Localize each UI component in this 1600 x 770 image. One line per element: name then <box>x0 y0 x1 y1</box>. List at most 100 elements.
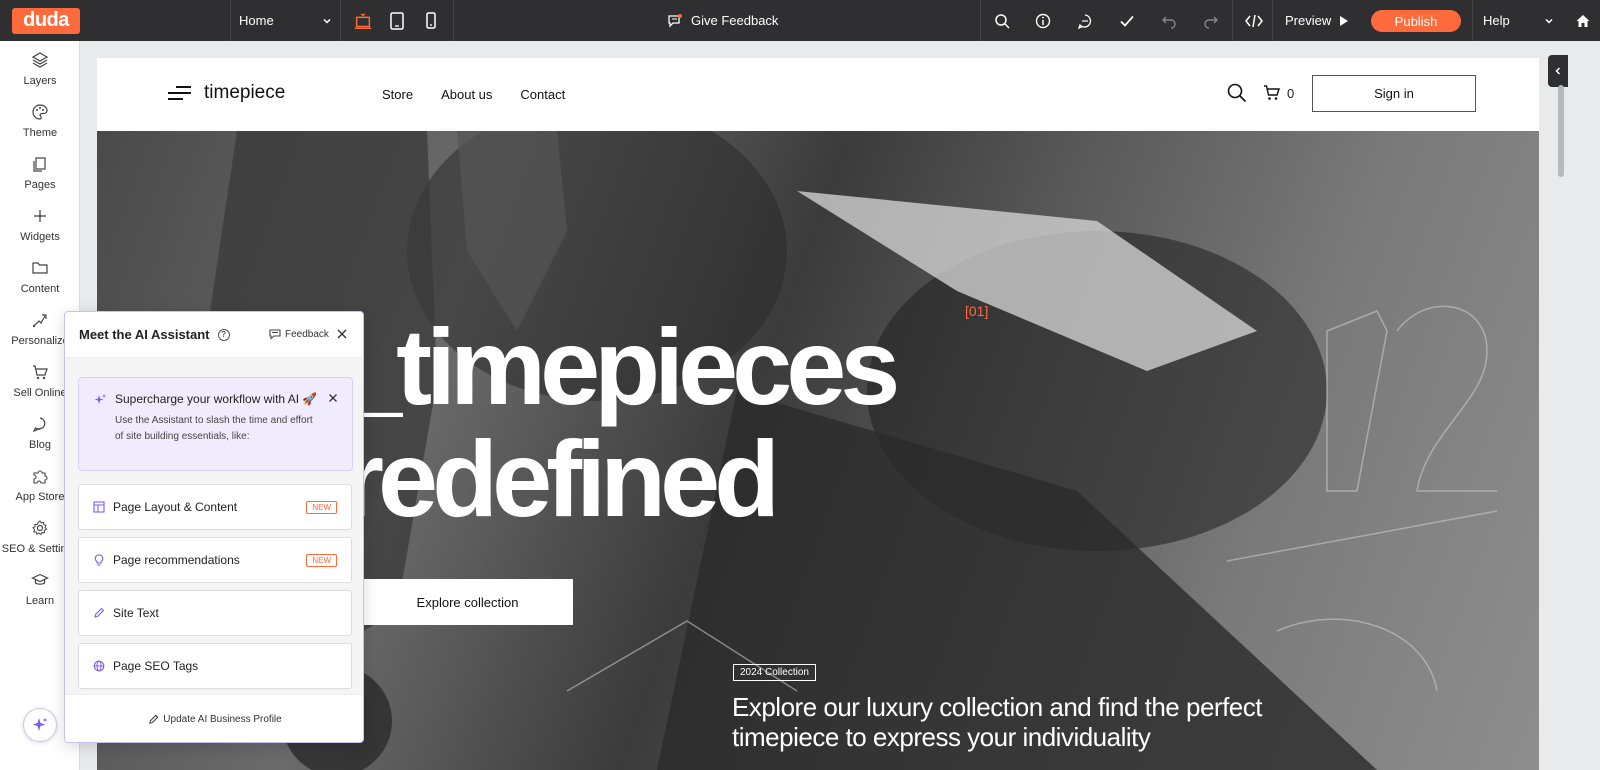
menu-lines-icon <box>168 86 191 100</box>
tablet-icon <box>390 11 404 30</box>
sidebar-item-widgets[interactable]: Widgets <box>0 207 80 257</box>
layout-icon <box>93 501 105 513</box>
site-brand-name: timepiece <box>204 82 286 103</box>
ai-promo-card: Supercharge your workflow with AI 🚀 Use … <box>78 377 353 471</box>
ai-assistant-button[interactable] <box>23 708 57 742</box>
sidebar-item-label: Layers <box>23 75 57 87</box>
cart-icon <box>33 365 48 380</box>
ai-option-label: Page recommendations <box>113 553 240 567</box>
comments-button[interactable] <box>1064 0 1106 41</box>
ai-option-page-layout[interactable]: Page Layout & Content NEW <box>78 484 352 530</box>
close-icon[interactable] <box>327 392 339 404</box>
undo-icon <box>1162 16 1176 29</box>
site-header: timepiece Store About us Contact 0 Sign … <box>97 58 1539 131</box>
preview-button[interactable]: Preview <box>1272 0 1360 41</box>
sign-in-button[interactable]: Sign in <box>1312 75 1476 112</box>
publish-button[interactable]: Publish <box>1371 10 1461 32</box>
new-badge: NEW <box>306 554 337 567</box>
nav-link-contact[interactable]: Contact <box>520 87 565 102</box>
explore-collection-button[interactable]: Explore collection <box>352 579 573 625</box>
update-ai-profile-button[interactable]: Update AI Business Profile <box>65 694 363 742</box>
site-header-actions: 0 <box>1227 83 1294 103</box>
promo-text: Use the Assistant to slash the time and … <box>115 415 313 442</box>
sidebar-item-pages[interactable]: Pages <box>0 155 80 205</box>
ai-option-page-seo-tags[interactable]: Page SEO Tags <box>78 643 352 689</box>
site-cart[interactable]: 0 <box>1263 84 1294 102</box>
graduation-icon <box>31 573 49 585</box>
ai-assistant-panel: Meet the AI Assistant ? Feedback Superch… <box>64 311 364 743</box>
hero-title: _timepieces redefined <box>342 311 900 539</box>
search-icon <box>994 13 1010 29</box>
info-icon <box>1035 13 1051 28</box>
ai-option-label: Page Layout & Content <box>113 500 238 514</box>
dashboard-home-button[interactable] <box>1566 0 1600 41</box>
sidebar-item-content[interactable]: Content <box>0 259 80 309</box>
give-feedback-button[interactable]: Give Feedback <box>667 0 778 41</box>
layers-icon <box>31 52 49 68</box>
gear-icon <box>32 520 48 536</box>
redo-button[interactable] <box>1190 0 1232 41</box>
sidebar-item-label: Personalize <box>11 335 69 347</box>
sidebar-item-label: App Store <box>15 491 65 503</box>
help-icon[interactable]: ? <box>217 328 230 341</box>
ai-panel-title: Meet the AI Assistant <box>79 327 210 342</box>
folder-icon <box>32 262 48 274</box>
personalize-icon <box>32 314 47 328</box>
mobile-view-button[interactable] <box>421 11 441 31</box>
chevron-down-icon <box>1545 18 1553 24</box>
sidebar-item-label: Widgets <box>20 231 60 243</box>
sidebar-item-label: Content <box>20 283 60 295</box>
ai-feedback-label: Feedback <box>285 328 329 340</box>
ai-option-page-recommendations[interactable]: Page recommendations NEW <box>78 537 352 583</box>
undo-button[interactable] <box>1148 0 1190 41</box>
page-selector[interactable]: Home <box>230 0 340 41</box>
help-menu[interactable]: Help <box>1472 0 1562 41</box>
canvas-scrollbar[interactable] <box>1556 45 1566 765</box>
code-button[interactable] <box>1232 0 1274 41</box>
comment-icon <box>1077 13 1092 29</box>
sidebar-item-label: Blog <box>28 439 52 451</box>
pages-icon <box>33 157 46 172</box>
ai-option-label: Page SEO Tags <box>113 659 199 673</box>
hero-index-label: [01] <box>965 303 989 319</box>
checklist-button[interactable] <box>1106 0 1148 41</box>
search-button[interactable] <box>980 0 1022 41</box>
puzzle-icon <box>33 470 48 484</box>
chat-icon <box>32 417 46 433</box>
redo-icon <box>1204 16 1218 29</box>
info-button[interactable] <box>1022 0 1064 41</box>
desktop-icon <box>354 12 372 29</box>
update-ai-profile-label: Update AI Business Profile <box>163 714 282 725</box>
pencil-icon <box>149 714 159 724</box>
search-icon[interactable] <box>1227 83 1247 103</box>
chevron-down-icon <box>323 18 331 24</box>
feedback-icon <box>269 329 281 340</box>
preview-label: Preview <box>1285 13 1332 28</box>
ai-option-label: Site Text <box>113 606 159 620</box>
duda-logo[interactable]: duda <box>12 7 80 34</box>
scrollbar-thumb[interactable] <box>1558 85 1564 177</box>
nav-link-store[interactable]: Store <box>382 87 413 102</box>
ai-option-site-text[interactable]: Site Text <box>78 590 352 636</box>
desktop-view-button[interactable] <box>353 11 373 31</box>
close-icon[interactable] <box>335 327 349 341</box>
ai-feedback-button[interactable]: Feedback <box>269 328 329 340</box>
sidebar-item-label: Theme <box>22 127 58 139</box>
code-icon <box>1244 14 1263 27</box>
play-icon <box>1340 15 1349 26</box>
page-selector-label: Home <box>239 13 274 28</box>
site-logo[interactable]: timepiece <box>168 82 285 104</box>
sidebar-item-theme[interactable]: Theme <box>0 103 80 153</box>
ai-panel-header: Meet the AI Assistant ? Feedback <box>65 312 363 358</box>
sidebar-item-label: Pages <box>24 179 56 191</box>
nav-link-about[interactable]: About us <box>441 87 492 102</box>
checkmark-icon <box>1120 15 1134 27</box>
hero-title-line-2: redefined <box>342 418 780 539</box>
palette-icon <box>32 104 48 120</box>
sidebar-item-layers[interactable]: Layers <box>0 51 80 101</box>
new-badge: NEW <box>306 501 337 514</box>
tablet-view-button[interactable] <box>387 11 407 31</box>
mobile-icon <box>426 11 436 29</box>
hero-subtitle: Explore our luxury collection and find t… <box>732 692 1262 752</box>
sparkle-icon <box>32 717 48 731</box>
